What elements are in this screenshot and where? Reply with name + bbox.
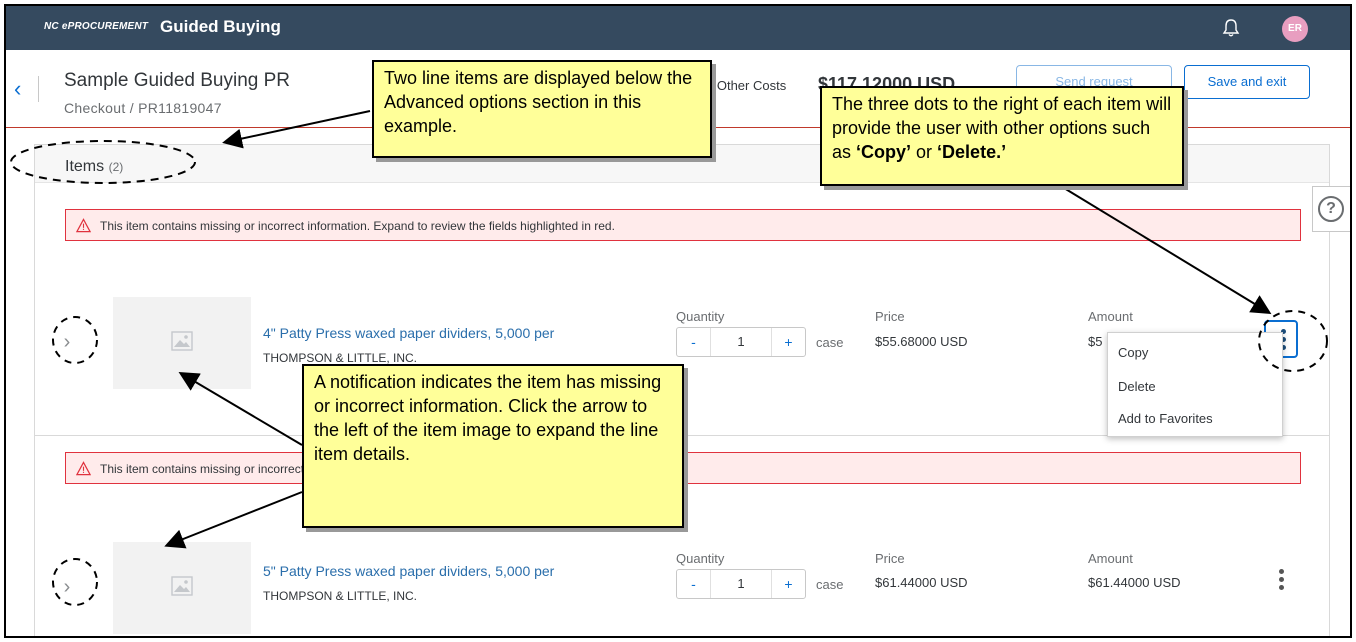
quantity-increment-button[interactable]: + [771, 328, 805, 356]
item-name-link[interactable]: 4" Patty Press waxed paper dividers, 5,0… [263, 325, 554, 341]
quantity-label: Quantity [676, 309, 725, 324]
costs-label: d Other Costs [706, 78, 787, 93]
warning-text: This item contains missing or incorrect … [100, 219, 615, 233]
back-chevron-icon[interactable]: ‹ [14, 78, 21, 100]
amount-label: Amount [1088, 551, 1133, 566]
menu-item-delete[interactable]: Delete [1118, 379, 1156, 394]
warning-icon [76, 218, 91, 233]
callout-delete-emphasis: ‘Delete.’ [937, 142, 1007, 162]
quantity-increment-button[interactable]: + [771, 570, 805, 598]
quantity-label: Quantity [676, 551, 725, 566]
unit-of-measure: case [816, 577, 844, 592]
item-vendor: THOMPSON & LITTLE, INC. [263, 351, 418, 365]
expand-chevron-icon[interactable]: › [54, 330, 80, 356]
item-image [113, 297, 251, 389]
items-title: Items (2) [65, 158, 123, 176]
item-image [113, 542, 251, 634]
unit-of-measure: case [816, 335, 844, 350]
callout-or: or [911, 142, 938, 162]
image-placeholder-icon [171, 576, 193, 596]
more-options-icon[interactable] [1264, 562, 1298, 600]
items-title-label: Items [65, 158, 105, 175]
brand-logo-text: NC ePROCUREMENT [44, 21, 149, 32]
callout-three-dots: The three dots to the right of each item… [820, 86, 1184, 186]
app-title: Guided Buying [160, 17, 281, 36]
quantity-stepper[interactable]: - 1 + [676, 327, 806, 357]
quantity-decrement-button[interactable]: - [677, 570, 711, 598]
menu-item-add-to-favorites[interactable]: Add to Favorites [1118, 411, 1213, 426]
image-placeholder-icon [171, 331, 193, 351]
user-avatar[interactable]: ER [1282, 16, 1308, 42]
help-button[interactable]: ? [1312, 186, 1350, 232]
quantity-value[interactable]: 1 [711, 570, 771, 598]
item-price: $61.44000 USD [875, 575, 968, 590]
page-title: Sample Guided Buying PR [64, 70, 291, 91]
items-count: (2) [108, 160, 124, 174]
callout-copy-emphasis: ‘Copy’ [856, 142, 912, 162]
save-and-exit-button[interactable]: Save and exit [1184, 65, 1310, 99]
menu-item-copy[interactable]: Copy [1118, 345, 1148, 360]
quantity-value[interactable]: 1 [711, 328, 771, 356]
header-divider [38, 76, 39, 102]
price-label: Price [875, 551, 905, 566]
amount-label: Amount [1088, 309, 1133, 324]
bell-icon[interactable] [1221, 18, 1241, 38]
help-icon: ? [1318, 196, 1344, 222]
breadcrumb: Checkout / PR11819047 [64, 100, 222, 116]
item-warning-banner: This item contains missing or incorrect … [65, 209, 1301, 241]
item-price: $55.68000 USD [875, 334, 968, 349]
shell-bar: NC ePROCUREMENT Guided Buying ER [6, 6, 1350, 50]
quantity-stepper[interactable]: - 1 + [676, 569, 806, 599]
expand-chevron-icon[interactable]: › [54, 575, 80, 601]
callout-line-items: Two line items are displayed below the A… [372, 60, 712, 158]
quantity-decrement-button[interactable]: - [677, 328, 711, 356]
item-vendor: THOMPSON & LITTLE, INC. [263, 589, 418, 603]
warning-icon [76, 461, 91, 476]
price-label: Price [875, 309, 905, 324]
item-amount: $61.44000 USD [1088, 575, 1181, 590]
item-options-menu: Copy Delete Add to Favorites [1107, 332, 1283, 437]
item-name-link[interactable]: 5" Patty Press waxed paper dividers, 5,0… [263, 563, 554, 579]
item-amount: $5 [1088, 334, 1103, 349]
callout-notification: A notification indicates the item has mi… [302, 364, 684, 528]
